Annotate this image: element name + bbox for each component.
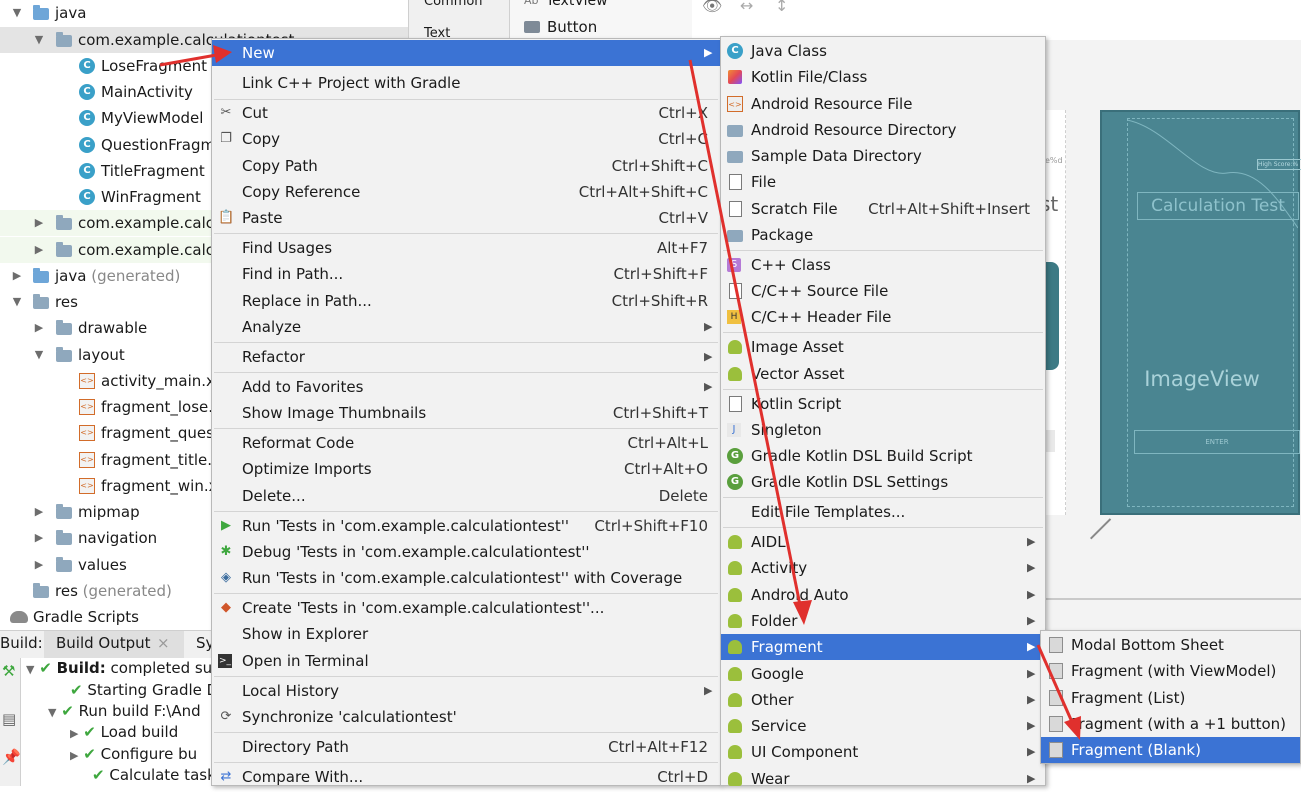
annotation-arrow-new [159,52,223,67]
annotation-arrowhead [1064,716,1081,740]
annotation-arrowhead [213,45,232,63]
annotation-arrowhead [793,600,812,625]
annotation-arrows [159,45,1081,740]
annotation-arrow-blank [1036,644,1074,723]
annotation-arrow-fragment [688,59,802,606]
